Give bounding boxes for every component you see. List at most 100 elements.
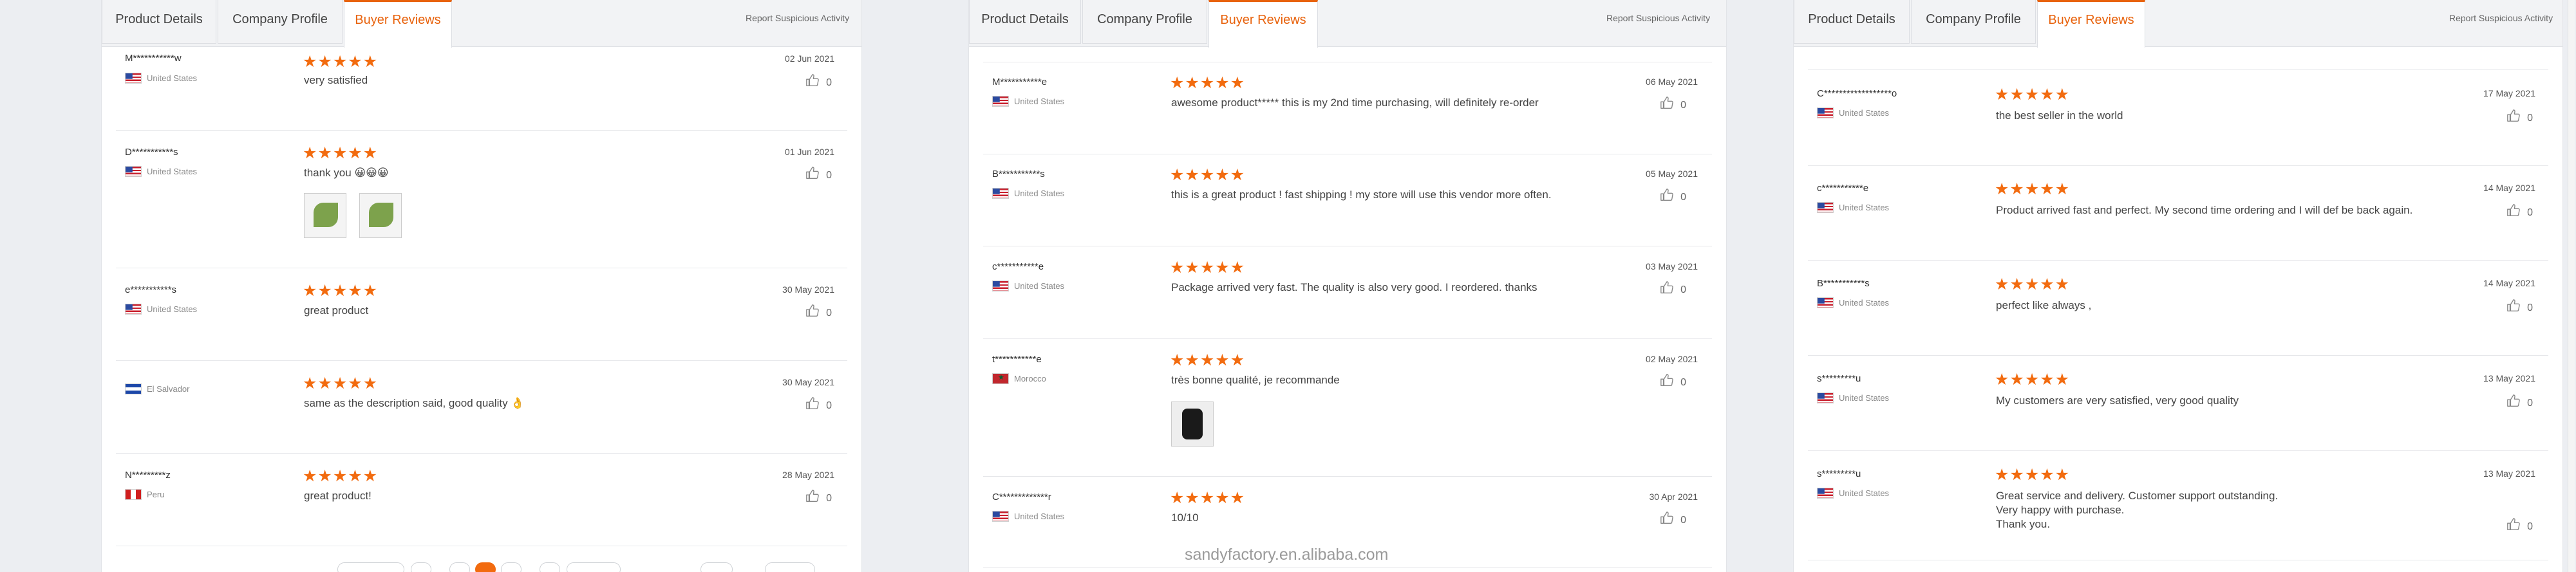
- like-button[interactable]: 0: [1660, 281, 1686, 296]
- like-count: 0: [2527, 398, 2533, 409]
- reviewer-country: United States: [1014, 512, 1065, 521]
- review-date: 06 May 2021: [1646, 77, 1698, 87]
- scrollbar[interactable]: [2568, 0, 2575, 572]
- page-button-current[interactable]: [475, 562, 496, 572]
- flag-ma-icon: [992, 373, 1009, 384]
- like-button[interactable]: 0: [2506, 203, 2533, 219]
- like-button[interactable]: 0: [805, 396, 832, 412]
- tab-product-details[interactable]: Product Details: [102, 0, 216, 44]
- like-button[interactable]: 0: [2506, 109, 2533, 124]
- tab-company-profile[interactable]: Company Profile: [1911, 0, 2036, 44]
- rating-stars: ★★★★★: [303, 53, 379, 71]
- list-item: B***********s United States ★★★★★ this i…: [983, 153, 1712, 246]
- like-button[interactable]: 0: [1660, 96, 1686, 111]
- reviewer-country: United States: [1014, 281, 1065, 291]
- list-item: M***********e United States ★★★★★ awesom…: [983, 62, 1712, 154]
- review-text: this is a great product ! fast shipping …: [1171, 189, 1552, 201]
- page-button[interactable]: [501, 562, 522, 572]
- page-button[interactable]: [449, 562, 470, 572]
- like-button[interactable]: 0: [805, 489, 832, 504]
- reviewer-country: United States: [1014, 189, 1065, 198]
- review-panel-2: Product Details Company Profile Buyer Re…: [969, 0, 1726, 572]
- thumbs-up-icon: [805, 396, 820, 411]
- tab-product-details[interactable]: Product Details: [969, 0, 1081, 44]
- thumbs-up-icon: [805, 489, 820, 503]
- tab-company-profile[interactable]: Company Profile: [1082, 0, 1207, 44]
- review-text: Product arrived fast and perfect. My sec…: [1996, 204, 2413, 216]
- reviewer-name: B***********s: [992, 169, 1045, 180]
- flag-pe-icon: [125, 489, 142, 500]
- list-item: N*********z Peru ★★★★★ great product! 28…: [116, 453, 847, 546]
- report-suspicious-link[interactable]: Report Suspicious Activity: [746, 13, 849, 23]
- list-item: c***********e United States ★★★★★ Packag…: [983, 246, 1712, 339]
- review-date: 01 Jun 2021: [784, 147, 834, 157]
- reviewer-name: s*********u: [1817, 373, 1861, 384]
- like-button[interactable]: 0: [2506, 517, 2533, 533]
- list-item: El Salvador ★★★★★ same as the descriptio…: [116, 360, 847, 454]
- review-date: 17 May 2021: [2483, 88, 2535, 98]
- like-button[interactable]: 0: [2506, 394, 2533, 409]
- rating-stars: ★★★★★: [303, 467, 379, 485]
- reviewer-name: D***********s: [125, 147, 178, 158]
- rating-stars: ★★★★★: [1995, 466, 2071, 484]
- like-count: 0: [1680, 192, 1686, 203]
- like-button[interactable]: 0: [1660, 188, 1686, 203]
- reviewer-country: United States: [1839, 488, 1890, 498]
- like-button[interactable]: 0: [1660, 373, 1686, 389]
- list-item: s*********u United States ★★★★★ My custo…: [1808, 355, 2548, 451]
- like-button[interactable]: 0: [2506, 299, 2533, 314]
- thumbs-up-icon: [1660, 373, 1674, 387]
- rating-stars: ★★★★★: [1995, 371, 2071, 389]
- review-text-line: Very happy with purchase.: [1996, 504, 2125, 516]
- review-date: 14 May 2021: [2483, 278, 2535, 288]
- list-item: B***********s United States ★★★★★ perfec…: [1808, 260, 2548, 356]
- tab-buyer-reviews[interactable]: Buyer Reviews: [1208, 0, 1318, 48]
- reviewer-name: C*************r: [992, 492, 1051, 503]
- tab-buyer-reviews[interactable]: Buyer Reviews: [344, 0, 452, 48]
- like-count: 0: [826, 400, 832, 411]
- review-photo[interactable]: [304, 193, 346, 238]
- review-text: Package arrived very fast. The quality i…: [1171, 281, 1537, 293]
- report-suspicious-link[interactable]: Report Suspicious Activity: [1606, 13, 1710, 23]
- rating-stars: ★★★★★: [1995, 86, 2071, 104]
- report-suspicious-link[interactable]: Report Suspicious Activity: [2449, 13, 2553, 23]
- rating-stars: ★★★★★: [1170, 166, 1246, 184]
- rating-stars: ★★★★★: [303, 144, 379, 162]
- review-photo[interactable]: [1171, 401, 1214, 447]
- next-page-button[interactable]: [567, 562, 621, 572]
- go-button[interactable]: [765, 562, 815, 572]
- thumbs-up-icon: [805, 304, 820, 318]
- review-text: 10/10: [1171, 512, 1199, 524]
- like-button[interactable]: 0: [805, 73, 832, 89]
- like-button[interactable]: 0: [1660, 511, 1686, 526]
- list-item: e***********s United States ★★★★★ great …: [116, 268, 847, 361]
- prev-page-button[interactable]: [337, 562, 404, 572]
- list-item: M***********w United States ★★★★★ very s…: [116, 46, 847, 131]
- like-count: 0: [826, 308, 832, 318]
- page-button[interactable]: [540, 562, 560, 572]
- rating-stars: ★★★★★: [303, 374, 379, 392]
- thumbs-up-icon: [805, 166, 820, 180]
- flag-us-icon: [992, 281, 1009, 291]
- page-jump-input[interactable]: [700, 562, 733, 572]
- tab-buyer-reviews[interactable]: Buyer Reviews: [2037, 0, 2145, 48]
- reviewer-country: United States: [147, 167, 198, 176]
- flag-us-icon: [1817, 202, 1834, 213]
- tab-company-profile[interactable]: Company Profile: [218, 0, 343, 44]
- tab-bar: Product Details Company Profile Buyer Re…: [969, 0, 1726, 48]
- page-button[interactable]: [411, 562, 431, 572]
- review-date: 14 May 2021: [2483, 183, 2535, 193]
- rating-stars: ★★★★★: [1170, 489, 1246, 507]
- like-count: 0: [826, 77, 832, 88]
- thumbs-up-icon: [2506, 203, 2521, 217]
- review-photo[interactable]: [359, 193, 402, 238]
- flag-us-icon: [125, 166, 142, 177]
- like-count: 0: [1680, 100, 1686, 111]
- review-text: très bonne qualité, je recommande: [1171, 374, 1340, 386]
- like-button[interactable]: 0: [805, 166, 832, 181]
- flag-us-icon: [1817, 392, 1834, 403]
- reviewer-country: United States: [1839, 393, 1890, 403]
- tab-product-details[interactable]: Product Details: [1794, 0, 1910, 44]
- rating-stars: ★★★★★: [1170, 259, 1246, 277]
- like-button[interactable]: 0: [805, 304, 832, 319]
